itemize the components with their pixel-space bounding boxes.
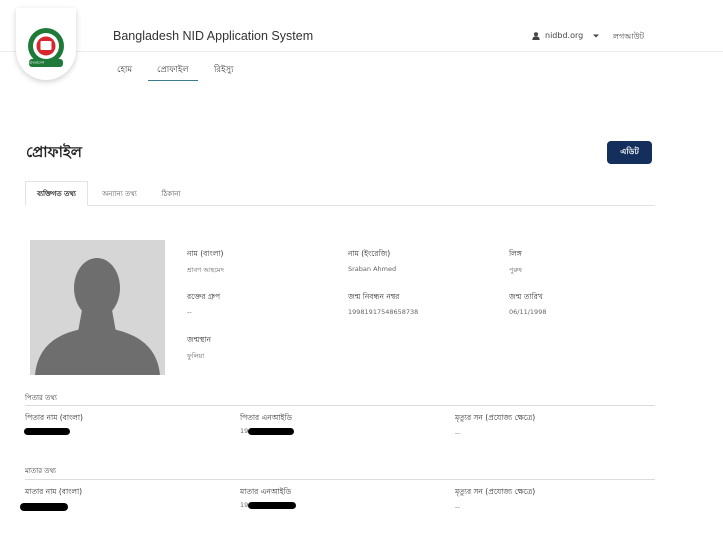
field-father-name: পিতার নাম (বাংলা) (25, 413, 83, 425)
nav-profile[interactable]: প্রোফাইল (157, 63, 189, 77)
blood-group-value: -- (187, 308, 192, 316)
field-mother-death-year: মৃত্যুর সন (প্রযোজ্য ক্ষেত্রে) -- (455, 487, 535, 511)
field-blood-group: রক্তের গ্রুপ -- (187, 292, 220, 316)
father-death-label: মৃত্যুর সন (প্রযোজ্য ক্ষেত্রে) (455, 413, 536, 422)
app-title: Bangladesh NID Application System (113, 29, 314, 43)
page-title: প্রোফাইল (26, 143, 82, 161)
birthplace-value: ফুলিয়া (187, 352, 205, 360)
redacted-mother-name (20, 503, 68, 511)
field-mother-nid: মাতার এনআইডি (240, 487, 291, 499)
name-bangla-label: নাম (বাংলা) (187, 249, 224, 258)
field-name-bangla: নাম (বাংলা) শ্রাবণ আহমেদ (187, 249, 224, 276)
field-gender: লিঙ্গ পুরুষ (509, 249, 522, 276)
tab-personal-info[interactable]: ব্যক্তিগত তথ্য (25, 181, 88, 206)
birth-reg-no-label: জন্ম নিবন্ধন নম্বর (348, 292, 400, 301)
logout-link[interactable]: লগআউট (613, 31, 644, 44)
edit-button[interactable]: এডিট (607, 141, 652, 164)
mother-section-title: মাতার তথ্য (25, 467, 57, 475)
blood-group-label: রক্তের গ্রুপ (187, 292, 221, 301)
name-bangla-value: শ্রাবণ আহমেদ (187, 266, 224, 274)
father-name-label: পিতার নাম (বাংলা) (25, 413, 83, 422)
father-section-divider (25, 405, 655, 406)
gender-label: লিঙ্গ (509, 249, 522, 258)
dob-label: জন্ম তারিখ (509, 292, 543, 301)
tab-other-info[interactable]: অন্যান্য তথ্য (92, 181, 147, 206)
gender-value: পুরুষ (509, 266, 522, 274)
main-nav: হোম প্রোফাইল রিইস্যু (0, 52, 723, 86)
field-date-of-birth: জন্ম তারিখ 06/11/1998 (509, 292, 546, 316)
field-mother-name: মাতার নাম (বাংলা) (25, 487, 82, 499)
user-icon (532, 31, 540, 40)
mother-death-label: মৃত্যুর সন (প্রযোজ্য ক্ষেত্রে) (455, 487, 536, 496)
person-placeholder-icon (30, 240, 165, 375)
mother-name-label: মাতার নাম (বাংলা) (25, 487, 83, 496)
government-logo[interactable]: বাংলাদেশ (16, 8, 76, 80)
field-father-nid: পিতার এনআইডি (240, 413, 292, 425)
field-name-english: নাম (ইংরেজি) Sraban Ahmed (348, 249, 396, 273)
redacted-father-nid (248, 428, 294, 435)
dob-value: 06/11/1998 (509, 308, 547, 316)
mother-section-divider (25, 479, 655, 480)
user-name: nidbd.org (545, 31, 584, 40)
logo-text: বাংলাদেশ (29, 60, 45, 65)
birth-reg-no-value: 19981917548658738 (348, 308, 419, 316)
nav-reissue[interactable]: রিইস্যু (214, 63, 234, 77)
profile-photo (30, 240, 165, 375)
user-menu[interactable]: nidbd.org (532, 31, 600, 40)
birthplace-label: জন্মস্থান (187, 335, 212, 344)
nav-active-indicator (148, 80, 198, 81)
nav-home[interactable]: হোম (117, 63, 132, 77)
name-english-label: নাম (ইংরেজি) (348, 249, 391, 258)
mother-nid-label: মাতার এনআইডি (240, 487, 292, 496)
father-death-value: -- (455, 429, 460, 437)
field-birthplace: জন্মস্থান ফুলিয়া (187, 335, 211, 362)
top-header: বাংলাদেশ Bangladesh NID Application Syst… (0, 0, 723, 80)
father-section-title: পিতার তথ্য (25, 394, 57, 402)
father-nid-label: পিতার এনআইডি (240, 413, 293, 422)
tab-address[interactable]: ঠিকানা (151, 181, 191, 206)
name-english-value: Sraban Ahmed (348, 265, 397, 273)
field-father-death-year: মৃত্যুর সন (প্রযোজ্য ক্ষেত্রে) -- (455, 413, 535, 437)
field-birth-reg-no: জন্ম নিবন্ধন নম্বর 19981917548658738 (348, 292, 418, 316)
profile-tabs: ব্যক্তিগত তথ্য অন্যান্য তথ্য ঠিকানা (25, 181, 655, 206)
redacted-father-name (24, 428, 70, 435)
mother-death-value: -- (455, 503, 460, 511)
caret-down-icon (593, 34, 600, 37)
redacted-mother-nid (248, 502, 296, 509)
